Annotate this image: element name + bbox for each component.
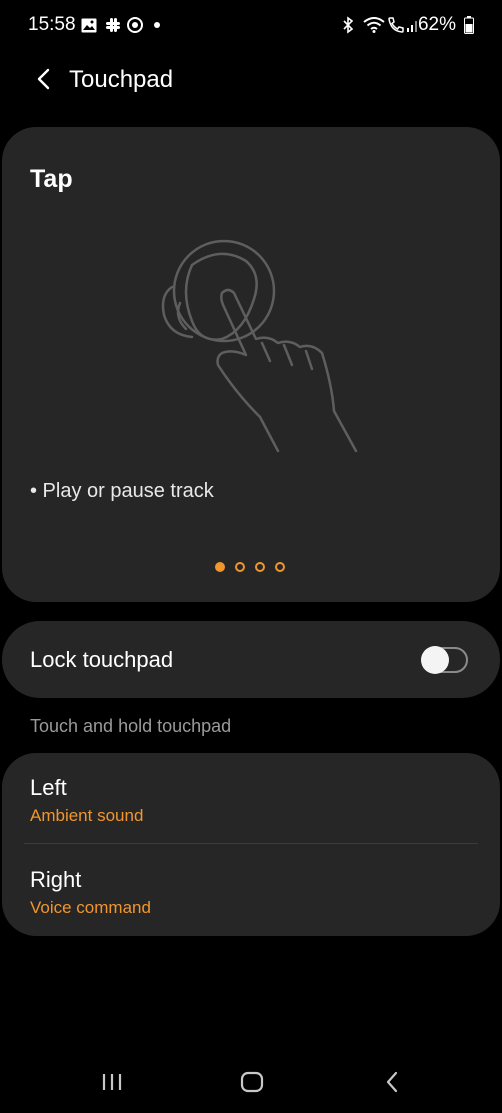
page-dot-active[interactable] [215,562,225,572]
call-icon [387,14,405,36]
back-button[interactable] [26,62,60,96]
section-label: Touch and hold touchpad [30,716,232,736]
wifi-icon [362,14,386,36]
media-icon [126,14,144,36]
tutorial-title: Tap [30,165,73,193]
left-option-value: Ambient sound [30,806,144,825]
home-icon [240,1071,264,1093]
earbud-tap-illustration [150,225,370,455]
nav-back-button[interactable] [362,1062,422,1102]
tutorial-description: • Play or pause track [30,480,214,502]
bluetooth-icon [340,14,356,36]
right-option-title: Right [30,867,82,892]
page-title: Touchpad [69,66,174,93]
back-arrow-icon [37,68,50,90]
status-time: 15:58 [28,14,76,35]
recents-button[interactable] [82,1062,142,1102]
page-indicator [215,561,295,573]
battery-icon [462,14,476,36]
page-dot[interactable] [275,562,285,572]
toggle-knob [421,646,449,674]
left-option-title: Left [30,775,67,800]
status-bar: 15:58 62% [0,0,502,50]
lock-touchpad-label: Lock touchpad [30,647,174,672]
image-icon [80,14,98,36]
battery-percent: 62% [417,14,456,35]
right-option-value: Voice command [30,898,151,917]
slack-icon [104,14,122,36]
page-dot[interactable] [235,562,245,572]
dot-icon [152,14,162,36]
left-hold-option[interactable] [2,753,500,843]
page-dot[interactable] [255,562,265,572]
home-button[interactable] [222,1062,282,1102]
nav-back-icon [386,1071,398,1093]
recents-icon [102,1074,122,1090]
